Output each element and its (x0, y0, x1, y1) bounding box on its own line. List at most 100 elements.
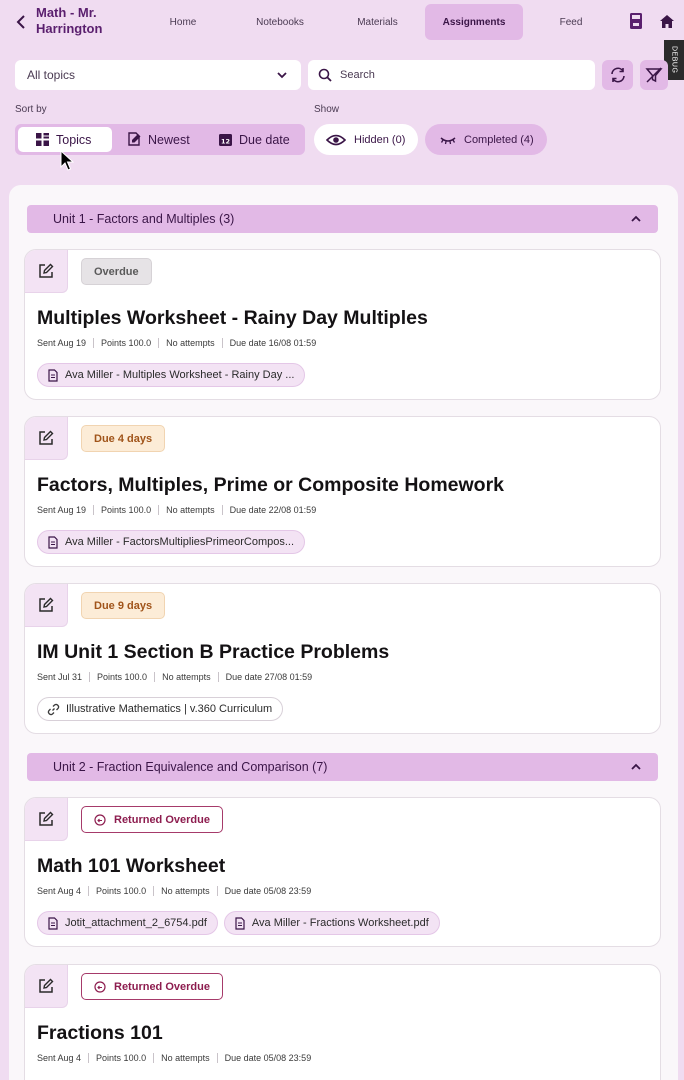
attempts: No attempts (161, 886, 210, 896)
due-date: Due date 05/08 23:59 (224, 886, 312, 896)
chevron-up-icon[interactable] (630, 213, 642, 225)
assignment-card[interactable]: Overdue Multiples Worksheet - Rainy Day … (24, 249, 661, 400)
attempts: No attempts (161, 1053, 210, 1063)
unit-title: Unit 2 - Fraction Equivalence and Compar… (53, 760, 328, 774)
sent-date: Sent Jul 31 (37, 672, 83, 682)
assignment-card[interactable]: Due 4 days Factors, Multiples, Prime or … (24, 416, 661, 567)
edit-button[interactable] (25, 798, 68, 841)
show-completed-label: Completed (4) (464, 133, 534, 146)
sent-date: Sent Aug 4 (37, 1053, 82, 1063)
points: Points 100.0 (96, 1053, 147, 1063)
course-title: Math - Mr. Harrington (36, 5, 103, 36)
attachments-list: Ava Miller - FactorsMultipliesPrimeorCom… (37, 530, 311, 554)
svg-text:12: 12 (221, 138, 230, 146)
edit-button[interactable] (25, 250, 68, 293)
chevron-up-icon[interactable] (630, 761, 642, 773)
assignment-meta: Sent Aug 19 Points 100.0 No attempts Due… (37, 505, 316, 515)
attachments-list: Ava Miller - Multiples Worksheet - Rainy… (37, 363, 311, 387)
attachment-chip[interactable]: Ava Miller - Fractions Worksheet.pdf (223, 911, 440, 935)
assignment-title[interactable]: Math 101 Worksheet (37, 855, 225, 878)
due-date: Due date 27/08 01:59 (225, 672, 313, 682)
status-badge-label: Returned Overdue (114, 980, 210, 993)
assignment-title[interactable]: IM Unit 1 Section B Practice Problems (37, 641, 389, 664)
edit-icon (39, 597, 54, 612)
assignment-card[interactable]: Due 9 days IM Unit 1 Section B Practice … (24, 583, 661, 734)
sort-newest-button[interactable]: Newest (125, 127, 205, 152)
tab-home[interactable]: Home (150, 4, 216, 40)
sort-due-date-button[interactable]: 12 Due date (215, 127, 305, 152)
attachment-chip[interactable]: Ava Miller - Multiples Worksheet - Rainy… (37, 363, 306, 387)
home-button[interactable] (657, 11, 677, 31)
chevron-down-icon (277, 72, 287, 79)
search-input[interactable]: Search (308, 60, 595, 90)
attempts: No attempts (166, 505, 215, 515)
unit-header[interactable]: Unit 2 - Fraction Equivalence and Compar… (27, 753, 658, 781)
tab-feed[interactable]: Feed (540, 4, 602, 40)
due-date: Due date 05/08 23:59 (224, 1053, 312, 1063)
attachment-name: Ava Miller - Multiples Worksheet - Rainy… (65, 369, 295, 381)
chevron-left-icon (16, 15, 25, 29)
status-badge: Due 4 days (81, 425, 166, 452)
search-placeholder: Search (340, 69, 375, 81)
topic-dropdown[interactable]: All topics (15, 60, 301, 90)
eye-icon (326, 134, 346, 145)
attempts: No attempts (166, 338, 215, 348)
sent-date: Sent Aug 19 (37, 505, 87, 515)
tab-notebooks[interactable]: Notebooks (240, 4, 320, 40)
due-date: Due date 22/08 01:59 (229, 505, 317, 515)
mouse-cursor-icon (60, 150, 74, 171)
status-badge: Overdue (81, 258, 152, 285)
sort-due-date-label: Due date (239, 132, 290, 147)
attempts: No attempts (162, 672, 211, 682)
link-icon (47, 703, 60, 715)
notebook-button[interactable] (626, 11, 646, 31)
refresh-button[interactable] (602, 60, 633, 90)
show-label: Show (314, 104, 340, 115)
assignment-title[interactable]: Factors, Multiples, Prime or Composite H… (37, 474, 504, 497)
show-completed-toggle[interactable]: Completed (4) (425, 124, 547, 155)
tab-assignments[interactable]: Assignments (425, 4, 523, 40)
refresh-icon (610, 67, 625, 83)
attachment-name: Jotit_attachment_2_6754.pdf (65, 917, 207, 929)
attachment-name: Ava Miller - Fractions Worksheet.pdf (251, 917, 429, 929)
attachment-chip[interactable]: Ava Miller - FactorsMultipliesPrimeorCom… (37, 530, 306, 554)
topic-dropdown-value: All topics (27, 68, 76, 82)
edit-button[interactable] (25, 584, 68, 627)
eye-closed-icon (440, 136, 456, 144)
unit-header[interactable]: Unit 1 - Factors and Multiples (3) (27, 205, 658, 233)
newest-icon (128, 132, 141, 146)
sort-topics-label: Topics (56, 132, 92, 147)
calendar-icon: 12 (219, 134, 232, 146)
file-icon (48, 535, 58, 549)
assignment-title[interactable]: Multiples Worksheet - Rainy Day Multiple… (37, 307, 428, 330)
attachment-chip[interactable]: Jotit_attachment_2_6754.pdf (37, 911, 218, 935)
assignment-title[interactable]: Fractions 101 (37, 1022, 163, 1045)
assignment-card[interactable]: Returned Overdue Math 101 Worksheet Sent… (24, 797, 661, 947)
tab-materials[interactable]: Materials (340, 4, 415, 40)
status-badge: Returned Overdue (81, 973, 223, 1000)
status-badge: Due 9 days (81, 592, 166, 619)
returned-icon (94, 813, 106, 826)
sort-topics-button[interactable]: Topics (18, 127, 112, 152)
due-date: Due date 16/08 01:59 (229, 338, 317, 348)
assignment-meta: Sent Aug 4 Points 100.0 No attempts Due … (37, 886, 311, 896)
filter-off-icon (645, 67, 663, 83)
status-badge: Returned Overdue (81, 806, 223, 833)
edit-icon (39, 263, 54, 278)
links-list: Illustrative Mathematics | v.360 Curricu… (37, 697, 289, 721)
home-icon (660, 14, 674, 28)
filter-button[interactable] (640, 60, 668, 90)
sort-newest-label: Newest (148, 132, 190, 147)
back-button[interactable] (12, 12, 32, 32)
link-chip[interactable]: Illustrative Mathematics | v.360 Curricu… (37, 697, 284, 721)
returned-icon (94, 980, 106, 993)
link-name: Illustrative Mathematics | v.360 Curricu… (66, 703, 273, 715)
sort-by-label: Sort by (15, 104, 47, 115)
attachment-name: Ava Miller - FactorsMultipliesPrimeorCom… (65, 536, 295, 548)
edit-button[interactable] (25, 417, 68, 460)
edit-button[interactable] (25, 965, 68, 1008)
points: Points 100.0 (96, 886, 147, 896)
show-hidden-toggle[interactable]: Hidden (0) (314, 124, 418, 155)
edit-icon (39, 978, 54, 993)
assignment-card[interactable]: Returned Overdue Fractions 101 Sent Aug … (24, 964, 661, 1080)
